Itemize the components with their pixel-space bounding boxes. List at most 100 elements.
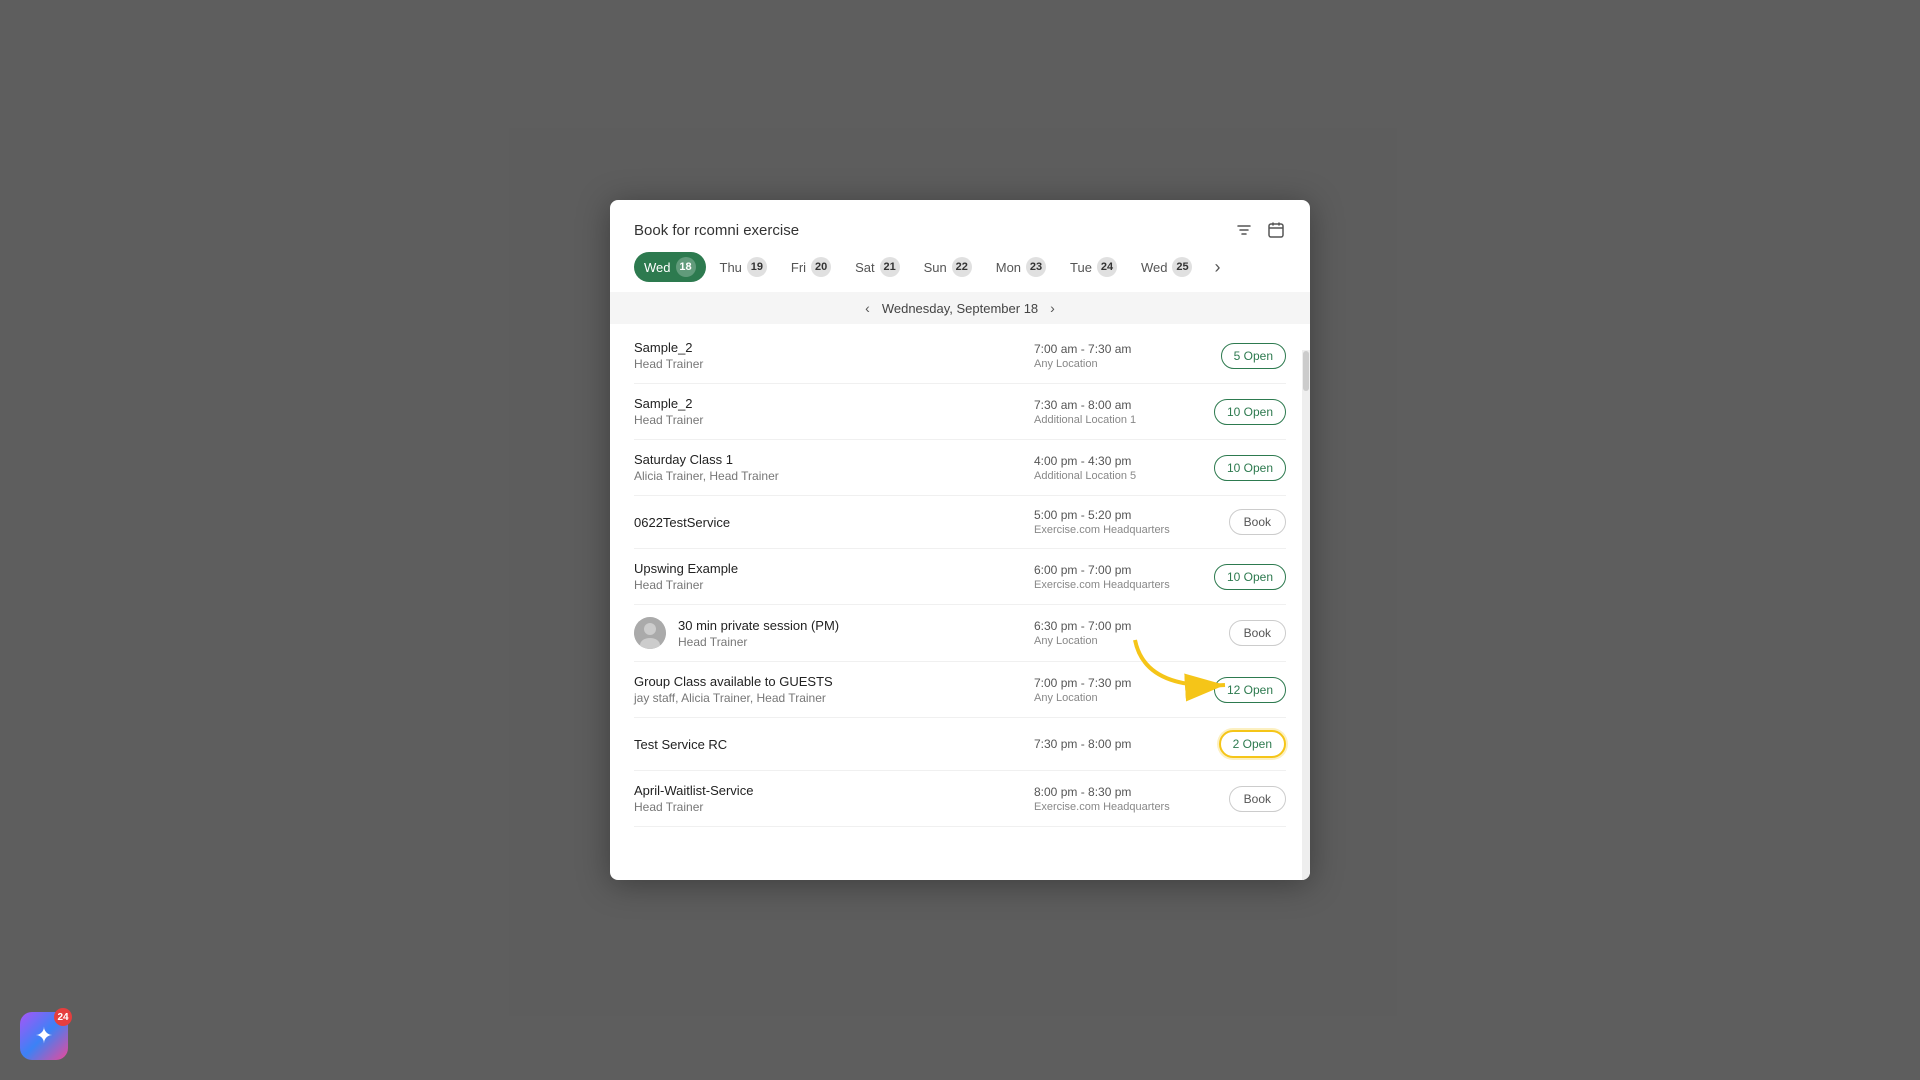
- schedule-item: Upswing Example Head Trainer 6:00 pm - 7…: [634, 549, 1286, 605]
- item-info: Group Class available to GUESTS jay staf…: [634, 674, 1022, 705]
- filter-button[interactable]: [1234, 220, 1254, 240]
- prev-date-button[interactable]: ‹: [865, 300, 870, 316]
- item-time: 6:30 pm - 7:00 pm: [1034, 619, 1194, 633]
- book-open-button[interactable]: 10 Open: [1214, 564, 1286, 590]
- item-time-loc: 6:00 pm - 7:00 pm Exercise.com Headquart…: [1034, 563, 1194, 591]
- schedule-list: Sample_2 Head Trainer 7:00 am - 7:30 am …: [610, 328, 1310, 880]
- next-date-button[interactable]: ›: [1050, 300, 1055, 316]
- item-time-loc: 7:30 am - 8:00 am Additional Location 1: [1034, 398, 1194, 426]
- book-open-button[interactable]: 10 Open: [1214, 455, 1286, 481]
- item-time: 8:00 pm - 8:30 pm: [1034, 785, 1194, 799]
- tab-tue-24[interactable]: Tue 24: [1060, 252, 1127, 282]
- item-time: 4:00 pm - 4:30 pm: [1034, 454, 1194, 468]
- book-open-button[interactable]: 12 Open: [1214, 677, 1286, 703]
- item-action: 10 Open: [1206, 455, 1286, 481]
- tab-num: 24: [1097, 257, 1117, 277]
- item-trainer: Alicia Trainer, Head Trainer: [634, 469, 1022, 483]
- calendar-button[interactable]: [1266, 220, 1286, 240]
- tab-num: 23: [1026, 257, 1046, 277]
- book-button[interactable]: Book: [1229, 620, 1286, 646]
- date-bar: ‹ Wednesday, September 18 ›: [610, 292, 1310, 324]
- schedule-item: April-Waitlist-Service Head Trainer 8:00…: [634, 771, 1286, 827]
- book-open-button[interactable]: 5 Open: [1221, 343, 1286, 369]
- item-info: Sample_2 Head Trainer: [634, 340, 1022, 371]
- item-location: Any Location: [1034, 635, 1194, 647]
- modal-header: Book for rcomni exercise: [610, 200, 1310, 240]
- tab-label: Thu: [720, 260, 742, 275]
- book-button[interactable]: Book: [1229, 509, 1286, 535]
- item-info: Saturday Class 1 Alicia Trainer, Head Tr…: [634, 452, 1022, 483]
- tab-label: Wed: [1141, 260, 1168, 275]
- item-trainer: Head Trainer: [634, 578, 1022, 592]
- item-action: 2 Open: [1206, 730, 1286, 758]
- item-time-loc: 8:00 pm - 8:30 pm Exercise.com Headquart…: [1034, 785, 1194, 813]
- item-name: 0622TestService: [634, 515, 1022, 530]
- schedule-item: Group Class available to GUESTS jay staf…: [634, 662, 1286, 718]
- schedule-item: Sample_2 Head Trainer 7:00 am - 7:30 am …: [634, 328, 1286, 384]
- tab-num: 18: [676, 257, 696, 277]
- item-time: 5:00 pm - 5:20 pm: [1034, 508, 1194, 522]
- item-location: Exercise.com Headquarters: [1034, 524, 1194, 536]
- item-location: Any Location: [1034, 358, 1194, 370]
- item-name: Sample_2: [634, 396, 1022, 411]
- item-name: 30 min private session (PM): [678, 618, 1022, 633]
- tab-sat-21[interactable]: Sat 21: [845, 252, 910, 282]
- item-trainer: Head Trainer: [634, 413, 1022, 427]
- date-bar-text: Wednesday, September 18: [882, 301, 1038, 316]
- book-open-button[interactable]: 2 Open: [1219, 730, 1286, 758]
- item-info: Sample_2 Head Trainer: [634, 396, 1022, 427]
- tab-wed-25[interactable]: Wed 25: [1131, 252, 1203, 282]
- tab-fri-20[interactable]: Fri 20: [781, 252, 841, 282]
- scrollbar-track[interactable]: [1302, 350, 1310, 880]
- tab-thu-19[interactable]: Thu 19: [710, 252, 777, 282]
- tab-num: 25: [1172, 257, 1192, 277]
- modal-title: Book for rcomni exercise: [634, 222, 799, 239]
- schedule-item: Sample_2 Head Trainer 7:30 am - 8:00 am …: [634, 384, 1286, 440]
- schedule-item: 0622TestService 5:00 pm - 5:20 pm Exerci…: [634, 496, 1286, 549]
- tab-sun-22[interactable]: Sun 22: [914, 252, 982, 282]
- item-time: 7:00 pm - 7:30 pm: [1034, 676, 1194, 690]
- item-location: Exercise.com Headquarters: [1034, 579, 1194, 591]
- item-time: 7:30 am - 8:00 am: [1034, 398, 1194, 412]
- item-trainer: Head Trainer: [678, 635, 1022, 649]
- tab-label: Sun: [924, 260, 947, 275]
- item-info: 0622TestService: [634, 515, 1022, 530]
- item-location: Additional Location 1: [1034, 414, 1194, 426]
- scrollbar-thumb: [1303, 351, 1309, 391]
- item-time-loc: 7:00 am - 7:30 am Any Location: [1034, 342, 1194, 370]
- tab-label: Sat: [855, 260, 875, 275]
- item-time-loc: 6:30 pm - 7:00 pm Any Location: [1034, 619, 1194, 647]
- item-time-loc: 7:30 pm - 8:00 pm: [1034, 737, 1194, 751]
- booking-modal: Book for rcomni exercise Wed 18 Thu: [610, 200, 1310, 880]
- tab-mon-23[interactable]: Mon 23: [986, 252, 1056, 282]
- tab-label: Tue: [1070, 260, 1092, 275]
- notification-badge: 24: [54, 1008, 72, 1026]
- schedule-item: 30 min private session (PM) Head Trainer…: [634, 605, 1286, 662]
- schedule-item: Saturday Class 1 Alicia Trainer, Head Tr…: [634, 440, 1286, 496]
- item-trainer: jay staff, Alicia Trainer, Head Trainer: [634, 691, 1022, 705]
- book-open-button[interactable]: 10 Open: [1214, 399, 1286, 425]
- app-icon[interactable]: ✦ 24: [20, 1012, 68, 1060]
- header-icons: [1234, 220, 1286, 240]
- item-info: Upswing Example Head Trainer: [634, 561, 1022, 592]
- item-name: Test Service RC: [634, 737, 1022, 752]
- item-info: April-Waitlist-Service Head Trainer: [634, 783, 1022, 814]
- book-button[interactable]: Book: [1229, 786, 1286, 812]
- tab-wed-18[interactable]: Wed 18: [634, 252, 706, 282]
- item-time-loc: 5:00 pm - 5:20 pm Exercise.com Headquart…: [1034, 508, 1194, 536]
- item-time-loc: 7:00 pm - 7:30 pm Any Location: [1034, 676, 1194, 704]
- tab-num: 20: [811, 257, 831, 277]
- item-time: 7:30 pm - 8:00 pm: [1034, 737, 1194, 751]
- item-action: 10 Open: [1206, 399, 1286, 425]
- item-info: Test Service RC: [634, 737, 1022, 752]
- item-trainer: Head Trainer: [634, 357, 1022, 371]
- item-action: Book: [1206, 509, 1286, 535]
- tab-label: Wed: [644, 260, 671, 275]
- tab-num: 19: [747, 257, 767, 277]
- item-name: Sample_2: [634, 340, 1022, 355]
- item-action: 5 Open: [1206, 343, 1286, 369]
- item-location: Any Location: [1034, 692, 1194, 704]
- next-week-button[interactable]: ›: [1210, 253, 1224, 282]
- item-action: 12 Open: [1206, 677, 1286, 703]
- item-trainer: Head Trainer: [634, 800, 1022, 814]
